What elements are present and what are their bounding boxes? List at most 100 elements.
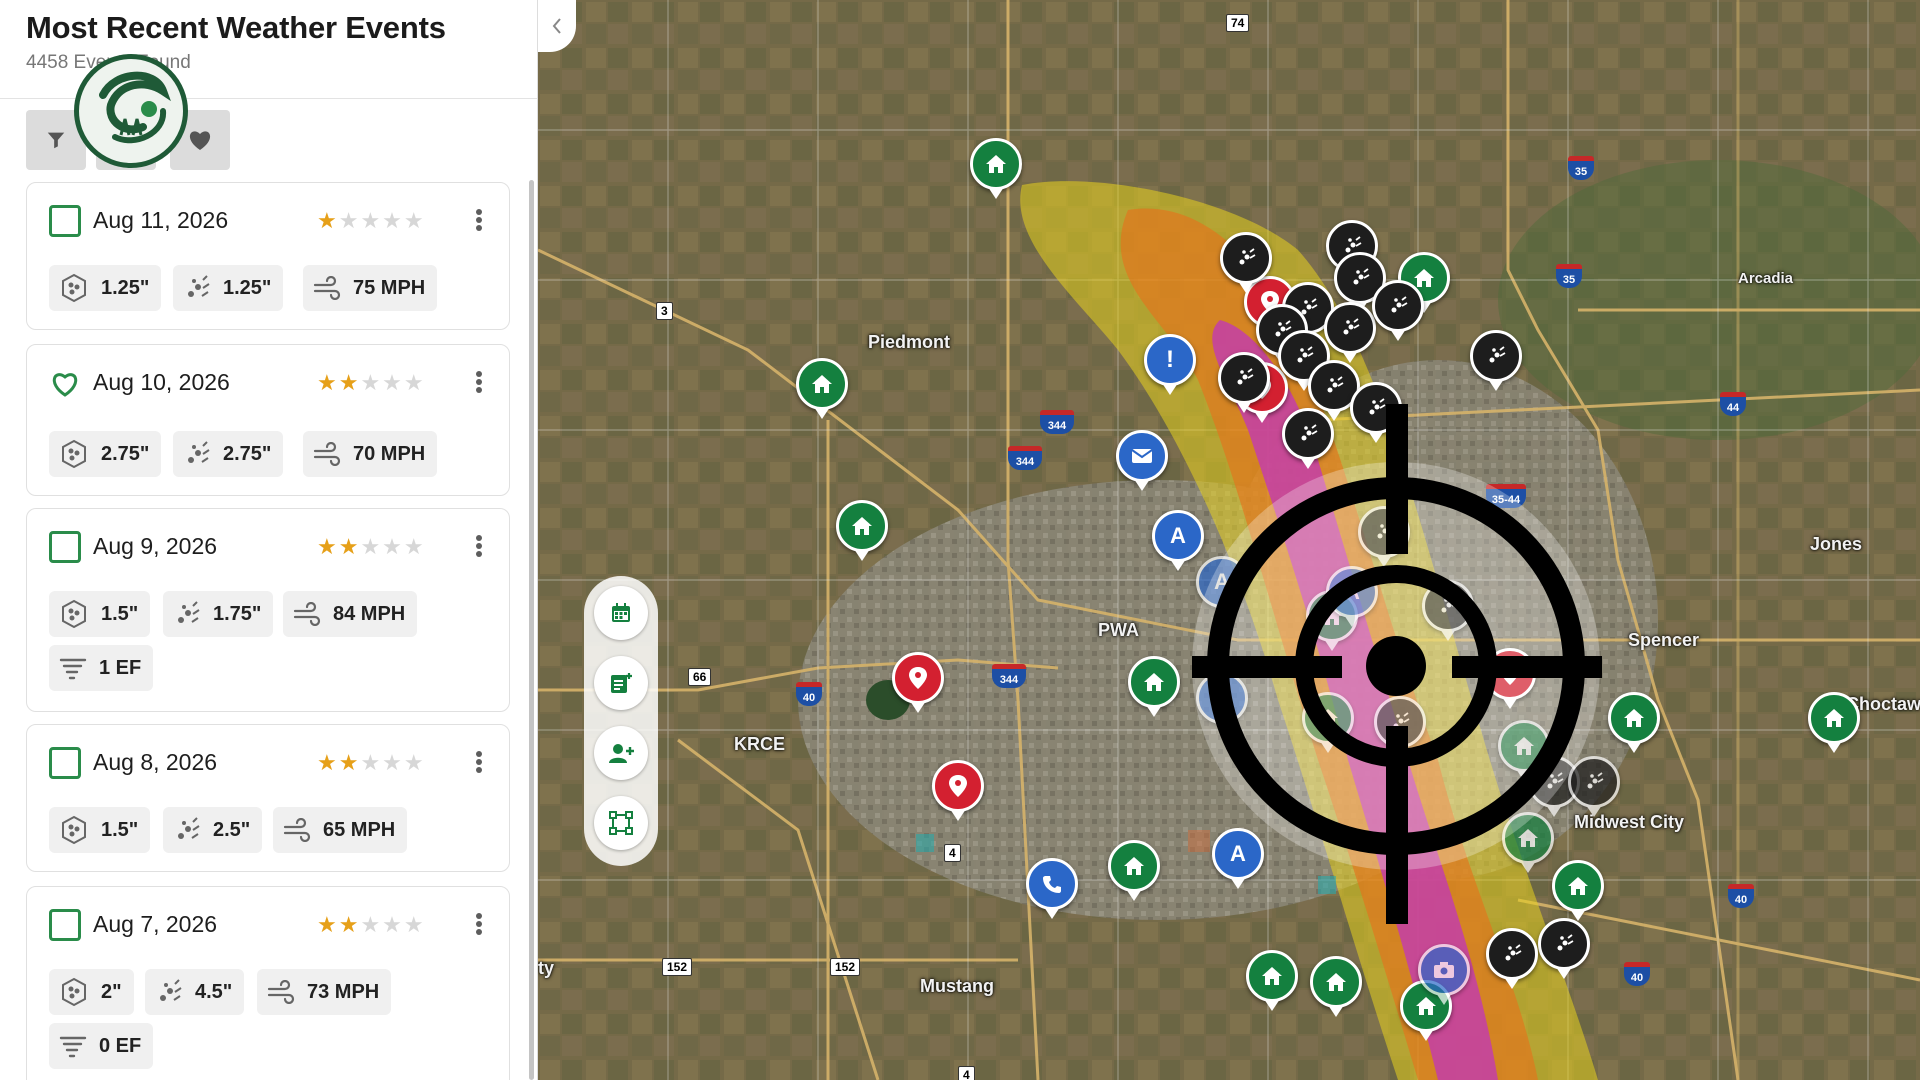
home-icon bbox=[1144, 673, 1164, 691]
add-note-button[interactable] bbox=[594, 656, 648, 710]
hail-size-value: 1.25" bbox=[101, 276, 150, 299]
home-marker[interactable] bbox=[1128, 656, 1180, 717]
more-options-button[interactable] bbox=[467, 909, 491, 939]
hail-max-value: 4.5" bbox=[195, 980, 233, 1003]
calendar-button[interactable] bbox=[594, 586, 648, 640]
more-options-button[interactable] bbox=[467, 747, 491, 777]
event-date: Aug 8, 2026 bbox=[93, 749, 218, 775]
hail-report-marker[interactable] bbox=[1324, 302, 1376, 363]
place-label: Spencer bbox=[1628, 630, 1700, 650]
event-rating[interactable]: ★★★★★ bbox=[317, 534, 426, 560]
envelope-icon bbox=[1131, 449, 1153, 463]
place-label: Jones bbox=[1810, 534, 1863, 554]
home-marker[interactable] bbox=[796, 358, 848, 419]
tornado-chip: 0 EF bbox=[49, 1023, 154, 1069]
home-marker[interactable] bbox=[970, 138, 1022, 199]
exclamation-icon: ! bbox=[1166, 346, 1174, 373]
page-title: Most Recent Weather Events bbox=[26, 10, 446, 45]
hail-storm-icon bbox=[1239, 248, 1256, 265]
sidebar-scrollbar[interactable] bbox=[529, 180, 534, 1080]
interstate-shield: 35 bbox=[1556, 264, 1582, 288]
event-rating[interactable]: ★★★★★ bbox=[317, 912, 426, 938]
favorite-heart-icon[interactable] bbox=[49, 367, 81, 399]
phone-icon bbox=[1043, 876, 1061, 893]
location-pin-icon bbox=[909, 667, 927, 689]
hail-max-value: 1.75" bbox=[213, 602, 262, 625]
message-marker[interactable] bbox=[1116, 430, 1168, 491]
place-label: KRCE bbox=[734, 734, 786, 754]
event-card[interactable]: Aug 10, 2026 ★★★★★ 2.75" 2.75" 70 MPH bbox=[26, 344, 510, 496]
heart-icon bbox=[189, 131, 211, 150]
chevron-left-icon bbox=[552, 18, 561, 34]
event-card[interactable]: Aug 8, 2026 ★★★★★ 1.5" 2.5" 65 MPH bbox=[26, 724, 510, 872]
tornado-rating-value: 1 EF bbox=[99, 656, 142, 679]
wind-speed-chip: 84 MPH bbox=[283, 591, 418, 637]
satellite-map[interactable]: Piedmont Arcadia Jones Spencer Choctaw P… bbox=[538, 0, 1920, 1080]
more-options-button[interactable] bbox=[467, 205, 491, 235]
camera-icon bbox=[1434, 962, 1454, 978]
alert-marker[interactable]: ! bbox=[1144, 334, 1196, 395]
location-marker[interactable] bbox=[892, 652, 944, 713]
tornado-chip: 1 EF bbox=[49, 645, 154, 691]
home-marker[interactable] bbox=[1108, 840, 1160, 901]
wind-icon bbox=[313, 442, 341, 466]
hail-size-value: 1.5" bbox=[101, 818, 139, 841]
hail-size-chip: 1.5" bbox=[49, 591, 151, 637]
phone-marker[interactable] bbox=[1026, 858, 1078, 919]
wind-speed-chip: 65 MPH bbox=[273, 807, 408, 853]
wind-speed-value: 70 MPH bbox=[353, 442, 426, 465]
hail-report-marker[interactable] bbox=[1538, 918, 1590, 979]
hail-max-chip: 1.25" bbox=[173, 265, 284, 311]
interstate-shield: 344 bbox=[1040, 410, 1074, 434]
hail-report-marker[interactable] bbox=[1220, 232, 1272, 293]
highway-shield: 4 bbox=[944, 844, 961, 862]
home-marker[interactable] bbox=[1808, 692, 1860, 753]
hail-size-value: 2" bbox=[101, 980, 122, 1003]
add-person-button[interactable] bbox=[594, 726, 648, 780]
highway-shield: 152 bbox=[662, 958, 693, 976]
camera-marker[interactable] bbox=[1418, 944, 1470, 1005]
hail-icon bbox=[62, 599, 86, 629]
hail-max-chip: 4.5" bbox=[145, 969, 245, 1015]
event-rating[interactable]: ★★★★★ bbox=[317, 370, 426, 396]
event-checkbox[interactable] bbox=[49, 531, 81, 563]
event-rating[interactable]: ★★★★★ bbox=[317, 750, 426, 776]
event-checkbox[interactable] bbox=[49, 205, 81, 237]
draw-area-button[interactable] bbox=[594, 796, 648, 850]
home-icon bbox=[812, 375, 832, 393]
home-marker[interactable] bbox=[1310, 956, 1362, 1017]
event-card[interactable]: Aug 11, 2026 ★★★★★ 1.25" 1.25" 75 MPH bbox=[26, 182, 510, 330]
wind-speed-value: 65 MPH bbox=[323, 818, 396, 841]
location-marker[interactable] bbox=[932, 760, 984, 821]
home-marker[interactable] bbox=[836, 500, 888, 561]
home-marker[interactable] bbox=[1246, 950, 1298, 1011]
hail-max-value: 2.5" bbox=[213, 818, 251, 841]
hail-size-chip: 1.25" bbox=[49, 265, 162, 311]
hail-report-marker[interactable] bbox=[1218, 352, 1270, 413]
hail-storm-icon bbox=[178, 601, 200, 623]
interstate-shield: 44 bbox=[1720, 392, 1746, 416]
hail-max-value: 2.75" bbox=[223, 442, 272, 465]
hail-storm-icon bbox=[1557, 934, 1574, 951]
event-checkbox[interactable] bbox=[49, 747, 81, 779]
hail-size-chip: 2" bbox=[49, 969, 134, 1015]
hail-icon bbox=[62, 977, 86, 1007]
home-icon bbox=[852, 517, 872, 535]
highway-shield: 152 bbox=[830, 958, 861, 976]
wind-icon bbox=[293, 602, 321, 626]
hail-report-marker[interactable] bbox=[1470, 330, 1522, 391]
more-options-button[interactable] bbox=[467, 367, 491, 397]
hail-report-marker[interactable] bbox=[1486, 928, 1538, 989]
home-marker[interactable] bbox=[1608, 692, 1660, 753]
highway-shield: 3 bbox=[656, 302, 673, 320]
hail-report-marker[interactable] bbox=[1372, 280, 1424, 341]
more-options-button[interactable] bbox=[467, 531, 491, 561]
event-card[interactable]: Aug 7, 2026 ★★★★★ 2" 4.5" 73 MPH 0 EF bbox=[26, 886, 510, 1080]
home-icon bbox=[1326, 973, 1346, 991]
home-icon bbox=[1262, 967, 1282, 985]
event-rating[interactable]: ★★★★★ bbox=[317, 208, 426, 234]
event-card[interactable]: Aug 9, 2026 ★★★★★ 1.5" 1.75" 84 MPH 1 EF bbox=[26, 508, 510, 712]
interstate-shield: 344 bbox=[1008, 446, 1042, 470]
event-checkbox[interactable] bbox=[49, 909, 81, 941]
wind-speed-value: 75 MPH bbox=[353, 276, 426, 299]
